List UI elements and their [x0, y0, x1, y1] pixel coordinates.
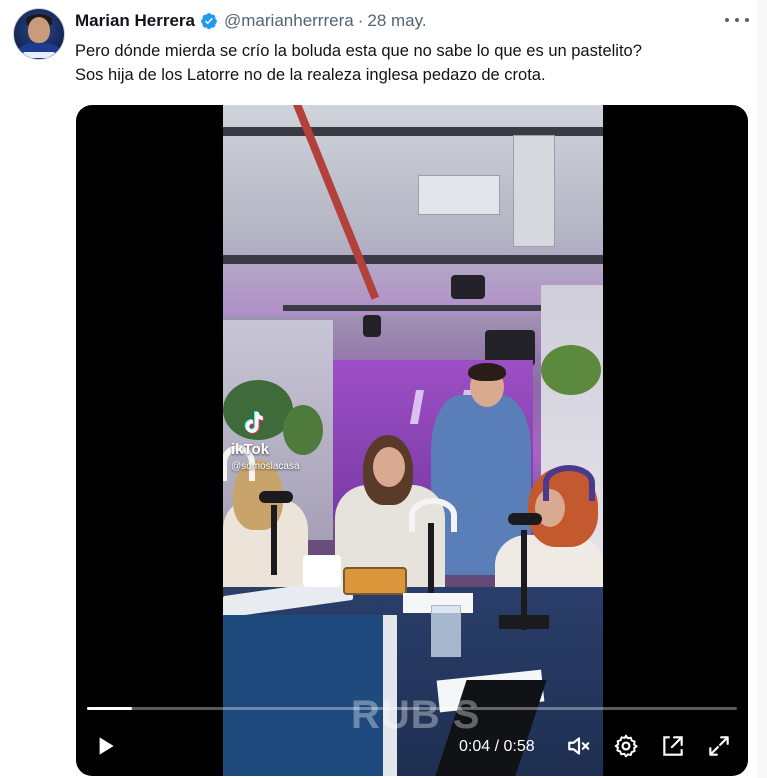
air-duct [418, 175, 500, 215]
more-dot [745, 18, 749, 22]
video-controls: 0:04 / 0:58 [76, 727, 748, 767]
cable-tray [513, 135, 555, 247]
header-separator: · [357, 11, 364, 30]
hair [468, 363, 506, 381]
volume-muted-icon[interactable] [566, 733, 592, 759]
mic-stand [271, 505, 277, 575]
mic-base [499, 615, 549, 629]
author-name[interactable]: Marian Herrera [75, 11, 195, 31]
more-dot [725, 18, 729, 22]
studio-light [363, 315, 381, 337]
video-time: 0:04 / 0:58 [459, 738, 535, 755]
author-handle[interactable]: @marianherrrera [224, 11, 354, 31]
avatar-name-tag [23, 52, 55, 58]
microphone [508, 513, 542, 525]
tweet-date[interactable]: 28 may. [367, 11, 426, 31]
verified-badge-icon [201, 13, 217, 30]
more-dot [735, 18, 739, 22]
video-progress-fill [87, 707, 132, 710]
studio-light [451, 275, 485, 299]
food-tray [343, 567, 407, 595]
tweet-text-line: Sos hija de los Latorre no de la realeza… [75, 66, 546, 84]
water-glass [431, 605, 461, 657]
more-options-icon[interactable] [725, 12, 749, 28]
headphones [543, 465, 595, 501]
video-progress-bar[interactable] [87, 707, 737, 710]
picture-in-picture-icon[interactable] [660, 733, 686, 759]
tweet-header: Marian Herrera @marianherrrera · 28 may. [75, 10, 427, 32]
tweet-text: Pero dónde mierda se crío la boluda esta… [75, 39, 745, 87]
jar [303, 555, 341, 587]
avatar-face [28, 17, 50, 43]
microphone [259, 491, 293, 503]
author-avatar[interactable] [13, 8, 65, 60]
ceiling-beam [223, 255, 603, 264]
tweet-text-line: Pero dónde mierda se crío la boluda esta… [75, 42, 642, 60]
video-frame[interactable]: RUB S [223, 105, 603, 776]
plant [541, 345, 601, 395]
fullscreen-icon[interactable] [706, 733, 732, 759]
mic-stand [428, 523, 434, 598]
tiktok-handle: @somoslacasa [231, 461, 300, 472]
plant [283, 405, 323, 455]
tiktok-logo-icon [244, 411, 264, 434]
head [373, 447, 405, 487]
gear-icon[interactable] [613, 733, 639, 759]
ceiling-beam [283, 305, 543, 311]
video-player[interactable]: RUB S ikTok @somoslacasa 0:04 / 0:58 [76, 105, 748, 776]
play-icon[interactable] [92, 733, 118, 759]
tiktok-brand: ikTok [231, 441, 270, 458]
page-edge-strip [758, 0, 767, 778]
